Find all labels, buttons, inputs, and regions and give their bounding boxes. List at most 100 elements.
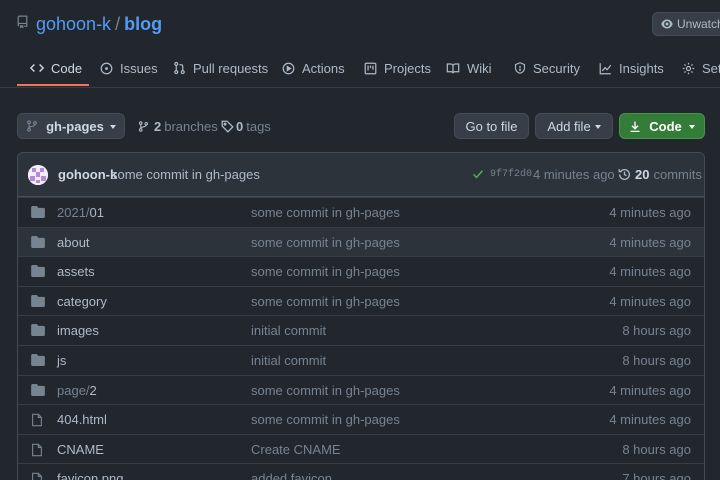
repo-name-link[interactable]: blog	[124, 14, 162, 34]
tags-link[interactable]: 0 tags	[221, 112, 271, 140]
file-name-part: assets	[57, 264, 95, 280]
table-row[interactable]: assets some commit in gh-pages 4 minutes a…	[18, 256, 704, 286]
tab-issues[interactable]: Issues	[100, 48, 158, 88]
table-row[interactable]: 2021/01 some commit in gh-pages 4 minutes …	[18, 197, 704, 227]
tab-code[interactable]: Code	[30, 48, 82, 88]
file-name-link[interactable]: about	[57, 235, 90, 250]
table-row[interactable]: images initial commit 8 hours ago	[18, 315, 704, 345]
commit-time: 4 minutes ago	[533, 167, 615, 182]
tab-code-label: Code	[51, 60, 83, 76]
file-name-link[interactable]: category	[57, 294, 107, 309]
commit-author-link[interactable]: gohoon-k	[58, 167, 117, 182]
repo-icon	[17, 15, 28, 29]
file-commit-message-link[interactable]: Create CNAME	[251, 442, 341, 457]
tab-projects[interactable]: Projects	[364, 48, 431, 88]
add-file-label: Add file	[547, 118, 591, 134]
tab-pull-requests[interactable]: Pull requests	[173, 48, 268, 88]
file-commit-message-link[interactable]: some commit in gh-pages	[251, 412, 400, 427]
repo-separator: /	[115, 14, 121, 34]
file-name-link[interactable]: 2021/01	[57, 205, 104, 220]
file-name-link[interactable]: page/2	[57, 383, 97, 398]
tags-count: 0	[236, 118, 244, 134]
table-row[interactable]: CNAME Create CNAME 8 hours ago	[18, 433, 704, 464]
file-commit-message-link[interactable]: some commit in gh-pages	[251, 264, 400, 279]
tab-settings[interactable]: Settings	[682, 48, 720, 88]
file-commit-message-link[interactable]: some commit in gh-pages	[251, 205, 400, 220]
file-commit-time: 8 hours ago	[622, 353, 691, 368]
file-name-link[interactable]: images	[57, 323, 99, 338]
file-name-part: CNAME	[57, 441, 104, 457]
file-name-suffix: 2	[89, 382, 97, 398]
file-commit-time: 4 minutes ago	[609, 205, 691, 220]
avatar[interactable]	[28, 165, 48, 185]
file-commit-time: 4 minutes ago	[609, 264, 691, 280]
table-row[interactable]: js initial commit 8 hours ago	[18, 345, 704, 375]
add-file-button[interactable]: Add file	[535, 113, 613, 139]
commit-sha-link[interactable]: 9f7f2d0	[490, 169, 532, 180]
shield-icon	[514, 62, 526, 74]
tab-pull-requests-label: Pull requests	[193, 60, 269, 76]
graph-icon	[599, 62, 612, 74]
tab-wiki-label: Wiki	[467, 60, 492, 76]
unwatch-button[interactable]: Unwatch	[652, 12, 720, 36]
file-commit-time: 4 minutes ago	[609, 234, 691, 250]
file-commit-message-link[interactable]: initial commit	[251, 323, 326, 338]
file-name-part: favicon.png	[57, 471, 124, 480]
commits-history-link[interactable]: 20 commits	[618, 167, 702, 182]
code-icon	[30, 64, 44, 72]
issue-icon	[100, 62, 113, 74]
branch-select-button[interactable]: gh-pages	[17, 113, 125, 139]
tab-security-label: Security	[533, 60, 580, 76]
folder-icon	[31, 383, 45, 399]
file-commit-message-link[interactable]: some commit in gh-pages	[251, 235, 400, 250]
file-name-link[interactable]: js	[57, 353, 66, 368]
file-name-suffix: 01	[89, 205, 105, 220]
commit-message-link[interactable]: some commit in gh-pages	[111, 167, 260, 182]
file-name-link[interactable]: assets	[57, 264, 95, 279]
tab-actions[interactable]: Actions	[282, 48, 345, 88]
chevron-down-icon	[109, 125, 116, 129]
unwatch-label: Unwatch	[677, 17, 720, 31]
file-commit-message-link[interactable]: added favicon	[251, 471, 332, 480]
tab-wiki[interactable]: Wiki	[446, 48, 492, 88]
repo-nav-tabs: Code Issues Pull requests Actions Projec…	[0, 48, 720, 88]
file-commit-message-link[interactable]: some commit in gh-pages	[251, 383, 400, 398]
file-commit-time: 7 hours ago	[622, 471, 691, 480]
go-to-file-button[interactable]: Go to file	[454, 113, 529, 139]
file-icon	[31, 472, 43, 480]
repo-owner-link[interactable]: gohoon-k	[36, 14, 111, 34]
book-icon	[446, 62, 460, 73]
file-commit-message-link[interactable]: initial commit	[251, 353, 326, 368]
branch-icon	[27, 120, 38, 132]
file-icon	[31, 443, 43, 460]
folder-icon	[31, 265, 45, 280]
file-commit-time: 4 minutes ago	[609, 412, 691, 428]
file-browser: gohoon-k some commit in gh-pages 9f7f2d0…	[17, 152, 705, 480]
file-commit-time: 8 hours ago	[622, 323, 691, 339]
tab-insights[interactable]: Insights	[599, 48, 664, 88]
latest-commit-bar: gohoon-k some commit in gh-pages 9f7f2d0…	[18, 153, 704, 197]
gear-icon	[682, 62, 695, 74]
file-commit-message-link[interactable]: some commit in gh-pages	[251, 294, 400, 309]
branch-select-label: gh-pages	[46, 118, 104, 134]
table-row[interactable]: category some commit in gh-pages 4 minutes…	[18, 285, 704, 316]
branches-link[interactable]: 2 branches	[138, 112, 218, 140]
file-name-link[interactable]: CNAME	[57, 442, 104, 457]
file-commit-time: 4 minutes ago	[609, 293, 691, 309]
tab-actions-label: Actions	[302, 60, 345, 76]
file-name-link[interactable]: 404.html	[57, 412, 107, 427]
branches-label: branches	[164, 118, 218, 134]
table-row[interactable]: 404.html some commit in gh-pages 4 minutes…	[18, 404, 704, 434]
file-name-link[interactable]: favicon.png	[57, 471, 124, 480]
go-to-file-label: Go to file	[465, 118, 518, 134]
folder-icon	[31, 324, 45, 339]
table-row[interactable]: favicon.png added favicon 7 hours ago	[18, 463, 704, 480]
tab-security[interactable]: Security	[514, 48, 580, 88]
check-icon[interactable]	[472, 168, 484, 180]
repo-header: gohoon-k / blog Unwatch	[0, 0, 720, 48]
code-download-button[interactable]: Code	[619, 113, 705, 139]
download-icon	[630, 121, 640, 132]
folder-icon	[31, 294, 45, 310]
table-row[interactable]: page/2 some commit in gh-pages 4 minutes a…	[18, 374, 704, 405]
table-row[interactable]: about some commit in gh-pages 4 minutes ag…	[18, 226, 704, 257]
